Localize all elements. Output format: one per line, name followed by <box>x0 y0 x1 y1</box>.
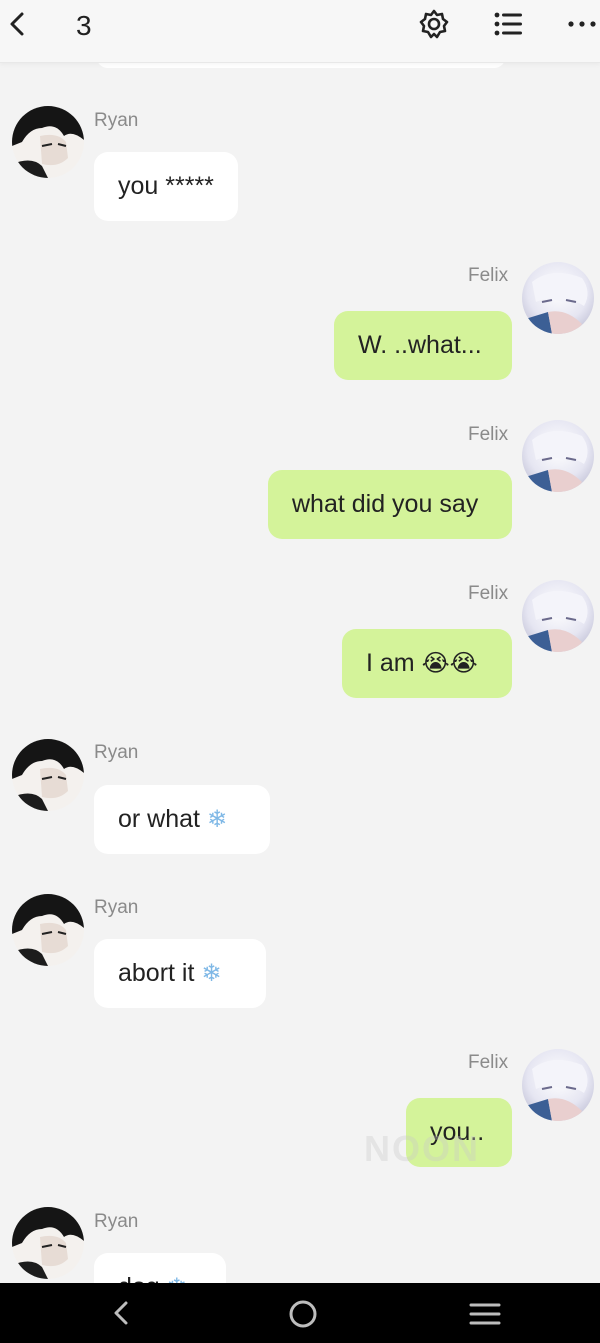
avatar-felix[interactable] <box>522 1049 594 1121</box>
avatar-ryan[interactable] <box>12 106 84 178</box>
sender-name: Felix <box>468 265 509 286</box>
avatar-ryan[interactable] <box>12 1207 84 1279</box>
message-bubble: what did you say <box>268 470 512 539</box>
gear-icon[interactable] <box>418 8 450 40</box>
sender-name: Felix <box>468 424 509 445</box>
nav-menu-icon[interactable] <box>467 1297 503 1329</box>
message-text: you ***** <box>118 172 214 200</box>
snowflake-emoji: ❄ <box>201 959 222 987</box>
avatar-felix[interactable] <box>522 420 594 492</box>
more-dots-icon[interactable] <box>566 8 598 40</box>
avatar-ryan[interactable] <box>12 894 84 966</box>
snowflake-emoji: ❄ <box>206 805 228 833</box>
message-bubble: W. ..what... <box>334 311 512 380</box>
watermark-logo: NOON <box>364 1128 480 1169</box>
message-text: W. ..what... <box>358 331 482 359</box>
message-text: what did you say <box>292 490 479 518</box>
sender-name: Ryan <box>94 897 139 918</box>
list-icon[interactable] <box>492 8 524 40</box>
message-bubble: or what ❄ <box>94 785 270 854</box>
message-bubble: I am 😭😭 <box>342 629 512 698</box>
sender-name: Felix <box>468 1052 509 1073</box>
sender-name: Felix <box>468 583 509 604</box>
nav-home-icon[interactable] <box>285 1297 321 1329</box>
avatar-felix[interactable] <box>522 580 594 652</box>
crying-face-emoji: 😭😭 <box>421 649 478 677</box>
nav-back-icon[interactable] <box>104 1297 140 1329</box>
message-text: abort it <box>118 959 202 987</box>
top-bar: 3 <box>0 0 600 63</box>
back-arrow-icon[interactable] <box>4 8 32 40</box>
sender-name: Ryan <box>94 1211 139 1232</box>
message-bubble: abort it ❄ <box>94 939 266 1008</box>
avatar-ryan[interactable] <box>12 739 84 811</box>
sender-name: Ryan <box>94 742 139 763</box>
message-text: I am <box>366 649 422 677</box>
episode-number: 3 <box>76 10 92 41</box>
avatar-felix[interactable] <box>522 262 594 334</box>
message-text: or what <box>118 805 207 833</box>
message-bubble: you ***** <box>94 152 238 221</box>
system-nav-bar <box>0 1283 600 1343</box>
sender-name: Ryan <box>94 110 139 131</box>
